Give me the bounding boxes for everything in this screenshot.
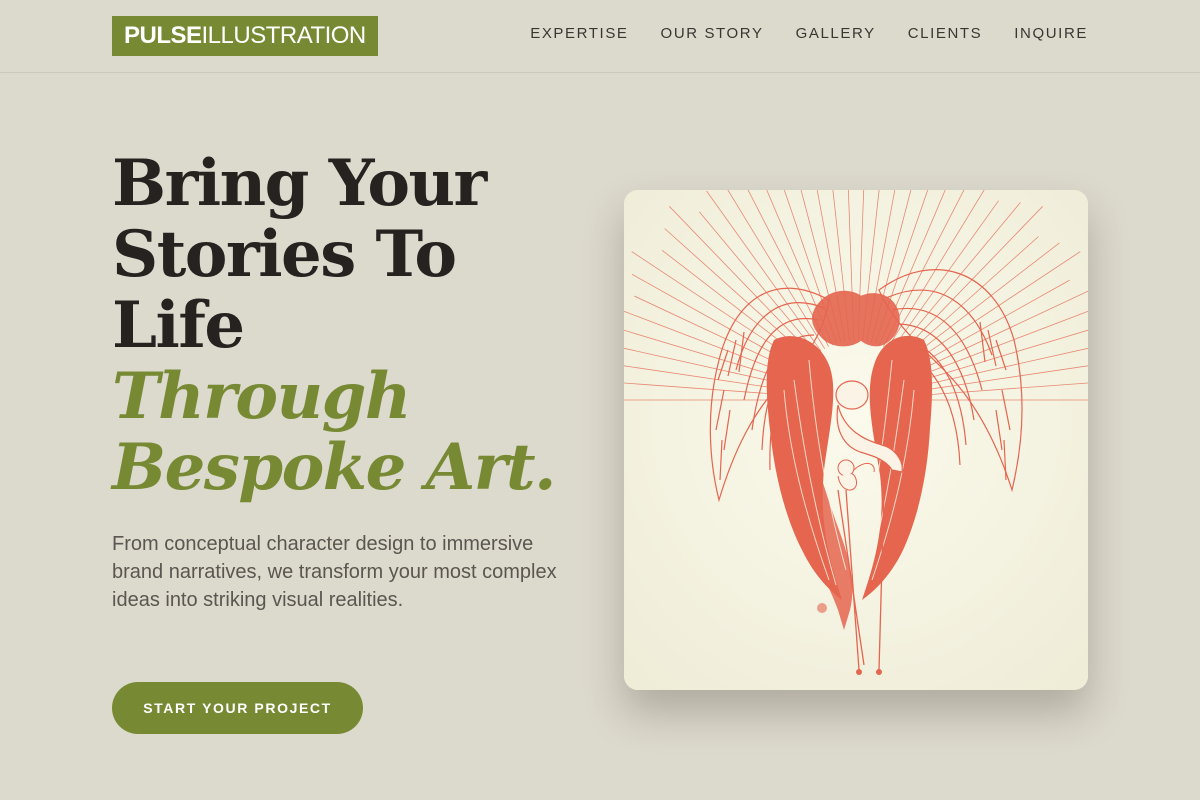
- hero-title-accent-line: Through: [112, 359, 411, 434]
- start-project-button[interactable]: START YOUR PROJECT: [112, 682, 363, 734]
- brand-name-light: ILLUSTRATION: [201, 22, 367, 49]
- artwork-card: [624, 190, 1088, 690]
- main-nav: EXPERTISE OUR STORY GALLERY CLIENTS INQU…: [530, 24, 1088, 44]
- site-header: PULSEILLUSTRATION EXPERTISE OUR STORY GA…: [0, 0, 1200, 73]
- hero-title-line: Life: [112, 288, 245, 363]
- hero-title-line: Bring Your: [112, 146, 487, 221]
- nav-item-expertise[interactable]: EXPERTISE: [530, 24, 628, 44]
- hero-title-accent-line: Bespoke Art.: [112, 430, 556, 505]
- nav-item-clients[interactable]: CLIENTS: [908, 24, 983, 44]
- hero-title: Bring Your Stories To Life Through Bespo…: [112, 146, 556, 505]
- hero-description: From conceptual character design to imme…: [112, 533, 557, 611]
- angel-illustration-icon: [624, 190, 1088, 690]
- nav-item-gallery[interactable]: GALLERY: [796, 24, 876, 44]
- nav-item-inquire[interactable]: INQUIRE: [1014, 24, 1088, 44]
- brand-name-strong: PULSE: [124, 22, 202, 49]
- nav-item-our-story[interactable]: OUR STORY: [661, 24, 764, 44]
- brand-logo[interactable]: PULSEILLUSTRATION: [112, 16, 378, 56]
- hero-title-line: Stories To: [112, 217, 457, 292]
